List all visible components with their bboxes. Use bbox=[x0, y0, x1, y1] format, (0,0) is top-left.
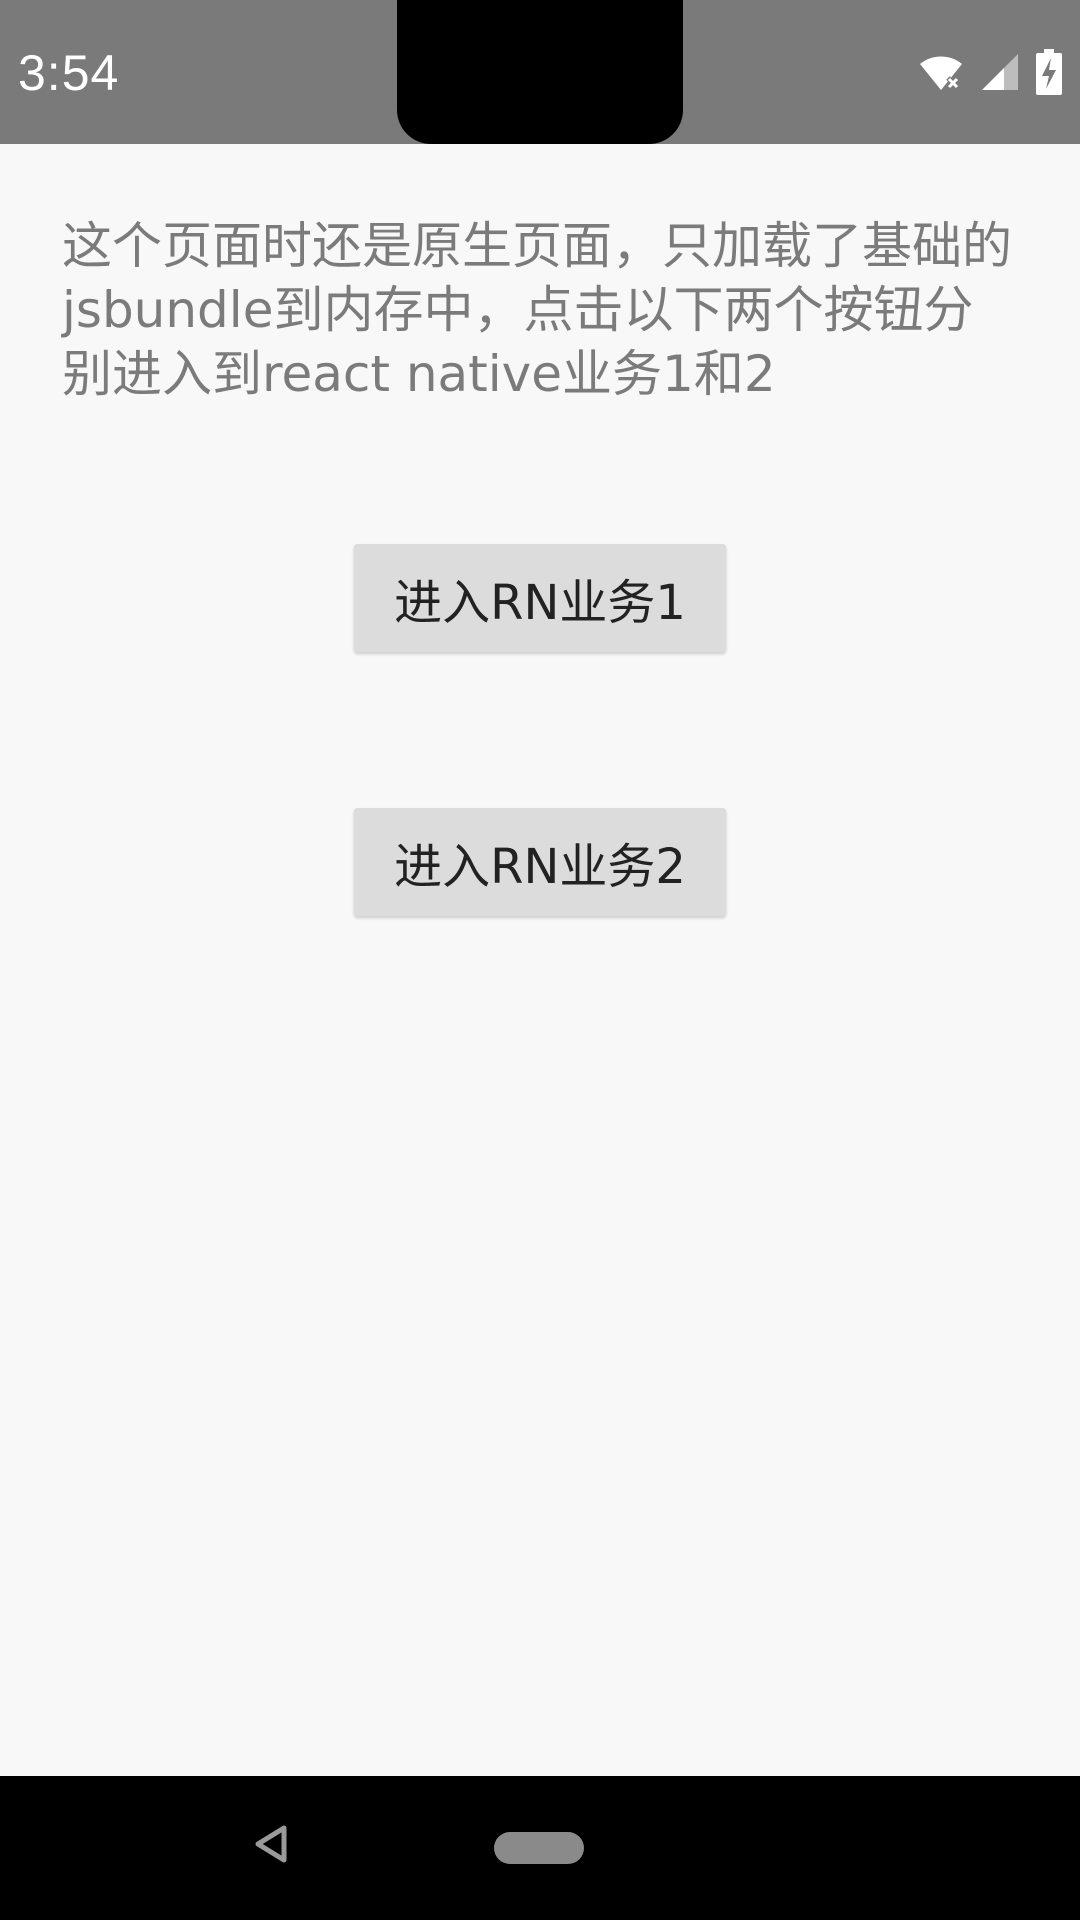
navigation-bar bbox=[0, 1776, 1080, 1920]
home-pill-icon[interactable] bbox=[494, 1832, 584, 1864]
main-content: 这个页面时还是原生页面，只加载了基础的jsbundle到内存中，点击以下两个按钮… bbox=[0, 144, 1080, 1776]
wifi-icon bbox=[918, 52, 964, 92]
back-icon[interactable] bbox=[250, 1822, 290, 1866]
cell-signal-icon bbox=[980, 52, 1020, 92]
enter-rn-business-1-button[interactable]: 进入RN业务1 bbox=[354, 544, 726, 652]
phone-screen: 3:54 这个页面时还是原生页面，只加载了基础的jsbundle到内存中，点击以… bbox=[0, 0, 1080, 1920]
status-icons bbox=[918, 48, 1062, 96]
intro-text: 这个页面时还是原生页面，只加载了基础的jsbundle到内存中，点击以下两个按钮… bbox=[62, 217, 1012, 403]
enter-rn-business-2-button[interactable]: 进入RN业务2 bbox=[354, 808, 726, 916]
status-time: 3:54 bbox=[18, 45, 120, 101]
display-notch bbox=[397, 0, 683, 144]
status-bar: 3:54 bbox=[0, 0, 1080, 144]
battery-charging-icon bbox=[1036, 49, 1062, 95]
